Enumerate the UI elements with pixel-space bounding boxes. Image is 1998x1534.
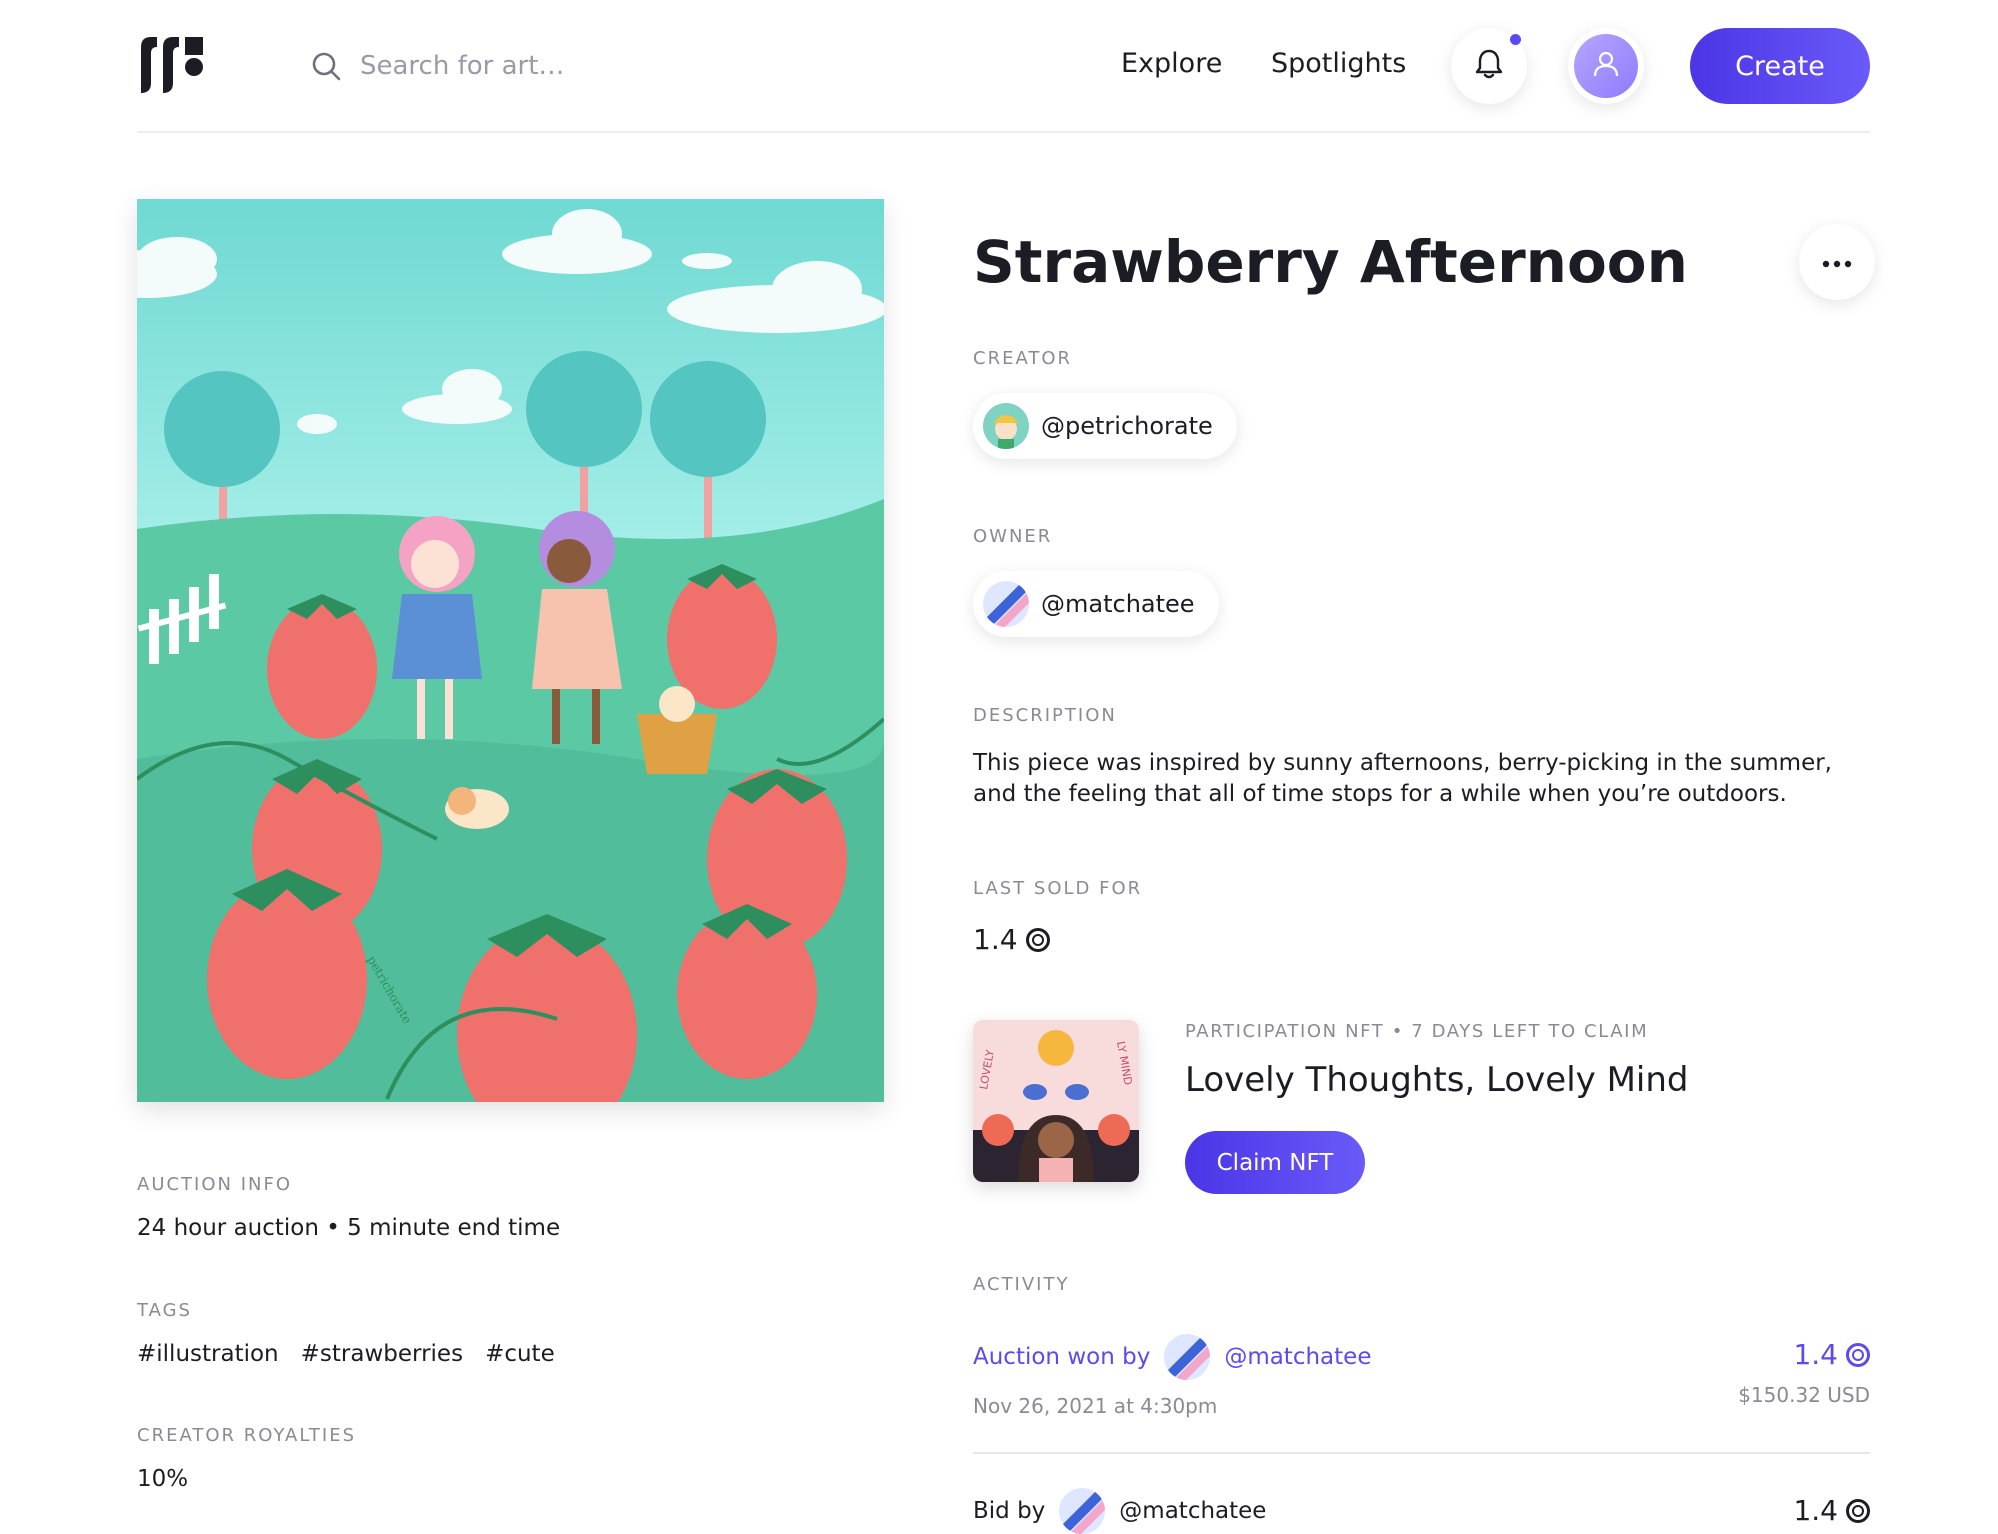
eth-icon bbox=[1846, 1342, 1870, 1367]
tag-cute[interactable]: #cute bbox=[485, 1341, 555, 1367]
create-button[interactable]: Create bbox=[1690, 28, 1870, 104]
avatar bbox=[1574, 34, 1638, 98]
creator-avatar bbox=[983, 403, 1029, 449]
activity-price: 1.4 bbox=[1793, 1494, 1870, 1527]
activity-amount: 1.4 bbox=[1793, 1494, 1838, 1527]
eth-icon bbox=[1025, 927, 1050, 952]
description-text: This piece was inspired by sunny afterno… bbox=[973, 750, 1832, 807]
header: Explore Spotlights Create bbox=[0, 0, 1998, 132]
claim-nft-button[interactable]: Claim NFT bbox=[1185, 1131, 1365, 1194]
header-divider bbox=[137, 131, 1870, 133]
nav-spotlights[interactable]: Spotlights bbox=[1271, 48, 1406, 79]
user-icon bbox=[1591, 49, 1621, 83]
activity-action: Bid by bbox=[973, 1498, 1046, 1524]
activity-handle[interactable]: @matchatee bbox=[1119, 1498, 1266, 1524]
activity-usd: $150.32 USD bbox=[1738, 1383, 1870, 1407]
owner-avatar bbox=[983, 581, 1029, 627]
activity-avatar bbox=[1164, 1334, 1211, 1380]
owner-label: OWNER bbox=[973, 526, 1053, 547]
tags-section: TAGS #illustration #strawberries #cute bbox=[137, 1300, 555, 1367]
auction-info: AUCTION INFO 24 hour auction • 5 minute … bbox=[137, 1174, 560, 1241]
description-label: DESCRIPTION bbox=[973, 705, 1117, 726]
owner-section: OWNER @matchatee bbox=[973, 526, 1219, 637]
search-icon bbox=[310, 50, 342, 82]
participation-title: Lovely Thoughts, Lovely Mind bbox=[1185, 1060, 1689, 1100]
tag-illustration[interactable]: #illustration bbox=[137, 1341, 279, 1367]
creator-section: CREATOR @petrichorate bbox=[973, 348, 1237, 459]
activity-divider bbox=[973, 1452, 1870, 1454]
artwork-image[interactable]: petrichorate bbox=[137, 199, 884, 1102]
activity-item[interactable]: Auction won by @matchatee Nov 26, 2021 a… bbox=[973, 1334, 1870, 1418]
bell-icon bbox=[1474, 48, 1504, 84]
artwork-title: Strawberry Afternoon bbox=[973, 228, 1688, 296]
participation-subtitle: PARTICIPATION NFT • 7 DAYS LEFT TO CLAIM bbox=[1185, 1021, 1649, 1042]
activity-amount: 1.4 bbox=[1793, 1338, 1838, 1371]
last-sold-section: LAST SOLD FOR 1.4 bbox=[973, 878, 1142, 956]
last-sold-price: 1.4 bbox=[973, 923, 1142, 956]
tags-label: TAGS bbox=[137, 1300, 192, 1321]
last-sold-value: 1.4 bbox=[973, 923, 1018, 956]
search-input[interactable] bbox=[360, 51, 780, 81]
activity-label: ACTIVITY bbox=[973, 1274, 1070, 1295]
owner-pill[interactable]: @matchatee bbox=[973, 571, 1219, 637]
eth-icon bbox=[1846, 1498, 1870, 1523]
ellipsis-icon bbox=[1822, 253, 1852, 272]
auction-info-value: 24 hour auction • 5 minute end time bbox=[137, 1215, 561, 1241]
nav-explore[interactable]: Explore bbox=[1121, 48, 1222, 79]
activity-action: Auction won by bbox=[973, 1344, 1151, 1370]
search-bar[interactable] bbox=[310, 46, 780, 86]
description-section: DESCRIPTION This piece was inspired by s… bbox=[973, 705, 1873, 810]
royalties-value: 10% bbox=[137, 1466, 189, 1492]
foundation-logo[interactable] bbox=[137, 35, 207, 95]
activity-item[interactable]: Bid by @matchatee 1.4 bbox=[973, 1488, 1870, 1534]
royalties-label: CREATOR ROYALTIES bbox=[137, 1425, 357, 1446]
activity-price: 1.4 $150.32 USD bbox=[1738, 1338, 1870, 1407]
creator-pill[interactable]: @petrichorate bbox=[973, 393, 1237, 459]
activity-date: Nov 26, 2021 at 4:30pm bbox=[973, 1394, 1218, 1418]
royalties-section: CREATOR ROYALTIES 10% bbox=[137, 1425, 356, 1492]
participation-nft-thumbnail[interactable]: LOVELY LY MIND bbox=[973, 1020, 1139, 1182]
profile-button[interactable] bbox=[1568, 28, 1644, 104]
owner-handle: @matchatee bbox=[1041, 590, 1195, 618]
notifications-button[interactable] bbox=[1451, 28, 1527, 104]
activity-avatar bbox=[1059, 1488, 1106, 1534]
creator-label: CREATOR bbox=[973, 348, 1073, 369]
tag-strawberries[interactable]: #strawberries bbox=[301, 1341, 463, 1367]
auction-info-label: AUCTION INFO bbox=[137, 1174, 293, 1195]
last-sold-label: LAST SOLD FOR bbox=[973, 878, 1143, 899]
more-options-button[interactable] bbox=[1799, 224, 1875, 300]
notification-dot bbox=[1508, 32, 1523, 47]
creator-handle: @petrichorate bbox=[1041, 412, 1213, 440]
activity-handle[interactable]: @matchatee bbox=[1224, 1344, 1371, 1370]
